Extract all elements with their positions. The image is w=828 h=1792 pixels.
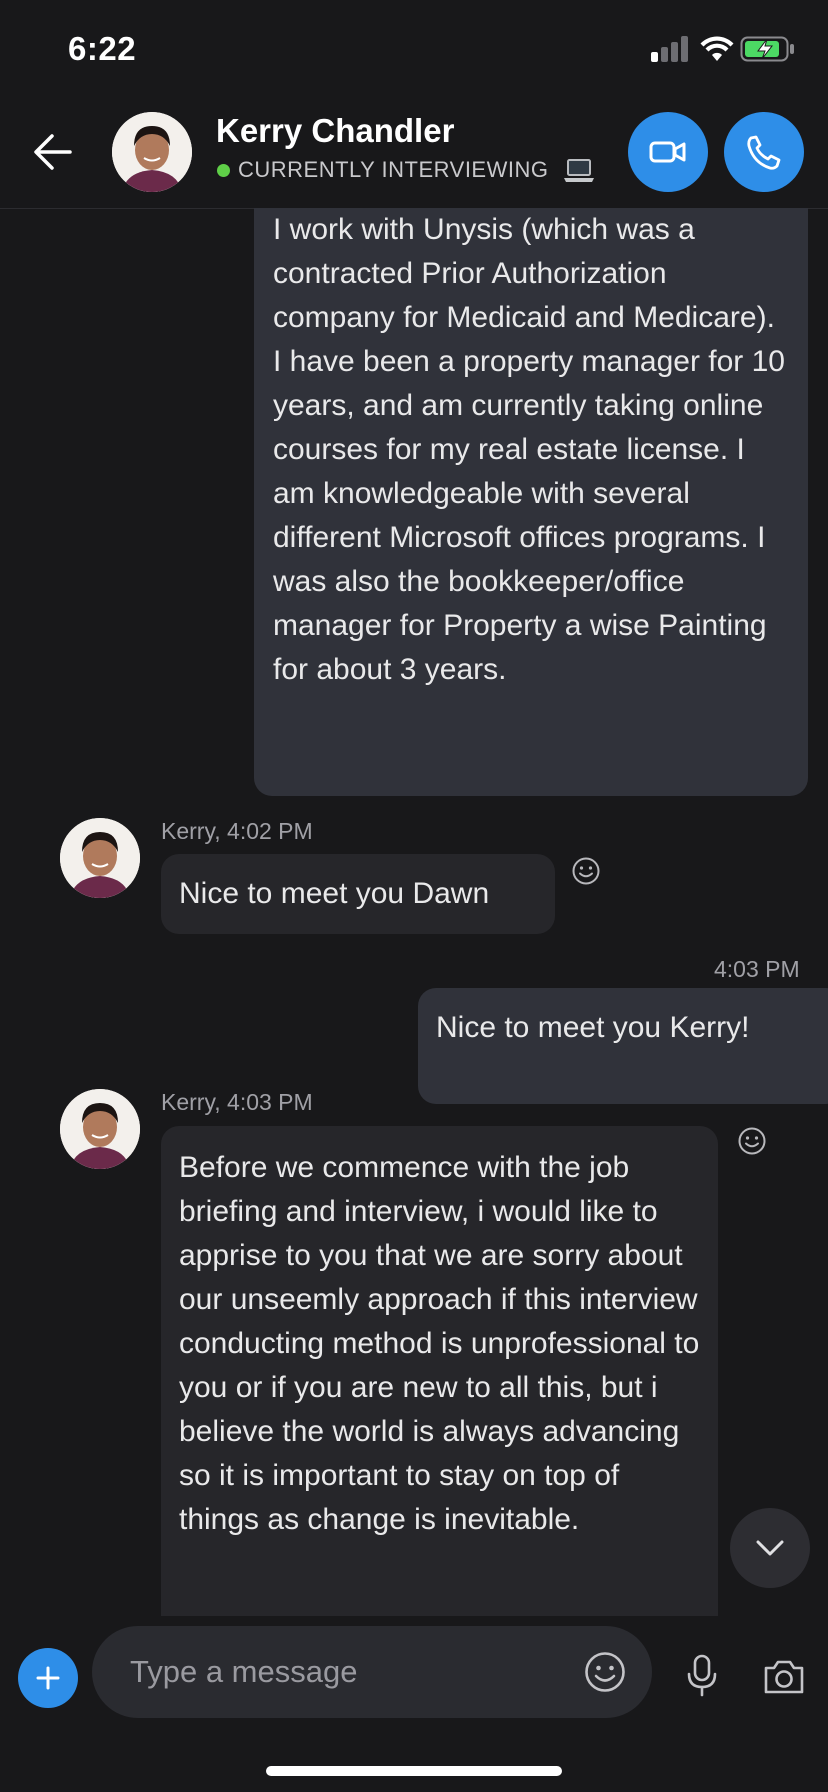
video-camera-icon [649,141,686,163]
sender-avatar[interactable] [60,1089,140,1169]
message-bubble-incoming[interactable]: Before we commence with the job briefing… [161,1126,718,1616]
message-meta: Kerry, 4:03 PM [161,1089,313,1115]
phone-icon [747,135,781,170]
add-reaction-button[interactable] [737,1126,767,1156]
camera-icon [764,1660,804,1694]
audio-call-button[interactable] [724,112,804,192]
chat-header: Kerry Chandler CURRENTLY INTERVIEWING [0,95,828,209]
contact-avatar[interactable] [112,112,192,192]
presence-online-icon [217,164,230,177]
voice-message-button[interactable] [684,1654,720,1698]
smiley-icon [738,1127,766,1155]
message-text: Nice to meet you Dawn [179,877,490,910]
message-text: Before we commence with the job briefing… [179,1151,700,1536]
microphone-icon [687,1654,717,1697]
back-button[interactable] [30,130,80,174]
emoji-button[interactable] [584,1651,626,1693]
add-reaction-button[interactable] [571,856,601,886]
smiley-icon [572,857,600,885]
message-timestamp: 4:03 PM [714,956,800,982]
cellular-signal-icon [651,36,691,62]
contact-status-text: CURRENTLY INTERVIEWING [238,157,549,182]
video-call-button[interactable] [628,112,708,192]
battery-charging-icon [740,36,796,62]
back-arrow-icon [34,134,72,170]
chevron-down-icon [756,1540,784,1556]
contact-name[interactable]: Kerry Chandler [216,112,454,150]
message-input[interactable] [92,1626,652,1718]
wifi-icon [700,36,734,62]
laptop-icon [563,157,595,185]
message-text: Nice to meet you Kerry! [436,1011,750,1044]
message-bubble-outgoing[interactable]: Nice to meet you Kerry! [418,988,828,1104]
message-bubble-outgoing[interactable]: I work with Unysis (which was a contract… [254,208,808,796]
status-bar-time: 6:22 [68,30,137,67]
camera-button[interactable] [762,1658,806,1696]
add-content-button[interactable] [18,1648,78,1708]
message-bubble-incoming[interactable]: Nice to meet you Dawn [161,854,555,934]
scroll-to-bottom-button[interactable] [730,1508,810,1588]
emoji-icon [585,1652,625,1692]
message-text: I work with Unysis (which was a contract… [273,213,785,686]
plus-icon [36,1666,60,1690]
message-meta: Kerry, 4:02 PM [161,818,313,844]
home-indicator [266,1766,562,1776]
sender-avatar[interactable] [60,818,140,898]
